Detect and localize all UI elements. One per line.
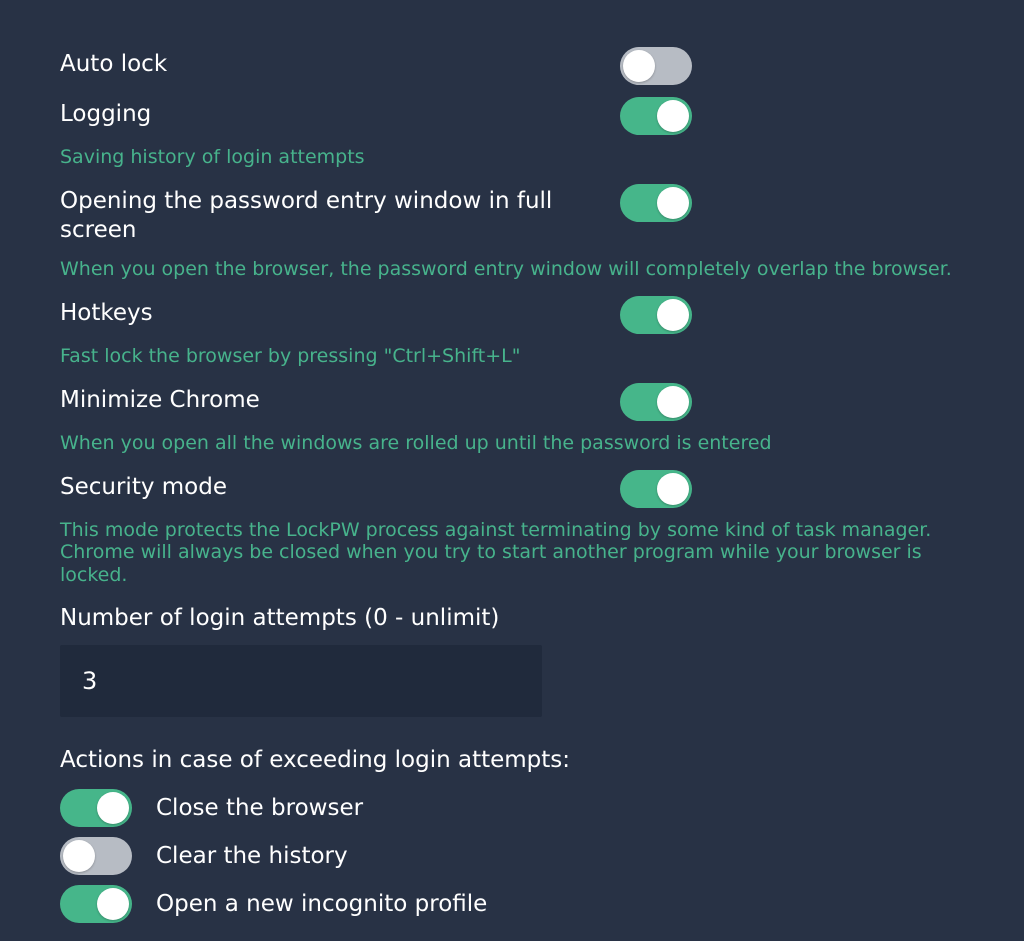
toggle-security[interactable] bbox=[620, 470, 692, 508]
desc-minimize: When you open all the windows are rolled… bbox=[60, 432, 964, 455]
setting-title-auto-lock: Auto lock bbox=[60, 50, 600, 79]
toggle-action-close[interactable] bbox=[60, 789, 132, 827]
toggle-action-incognito[interactable] bbox=[60, 885, 132, 923]
toggle-minimize[interactable] bbox=[620, 383, 692, 421]
toggle-hotkeys[interactable] bbox=[620, 296, 692, 334]
desc-hotkeys: Fast lock the browser by pressing "Ctrl+… bbox=[60, 345, 964, 368]
desc-logging: Saving history of login attempts bbox=[60, 146, 964, 169]
actions-heading: Actions in case of exceeding login attem… bbox=[60, 747, 964, 773]
attempts-label: Number of login attempts (0 - unlimit) bbox=[60, 605, 964, 631]
desc-security: This mode protects the LockPW process ag… bbox=[60, 519, 964, 587]
action-label-clear: Clear the history bbox=[156, 843, 348, 869]
setting-title-hotkeys: Hotkeys bbox=[60, 299, 600, 328]
toggle-action-clear[interactable] bbox=[60, 837, 132, 875]
toggle-fullscreen[interactable] bbox=[620, 184, 692, 222]
toggle-logging[interactable] bbox=[620, 97, 692, 135]
action-label-close: Close the browser bbox=[156, 795, 363, 821]
action-label-incognito: Open a new incognito profile bbox=[156, 891, 487, 917]
attempts-input[interactable] bbox=[60, 645, 542, 717]
setting-title-security: Security mode bbox=[60, 473, 600, 502]
setting-title-logging: Logging bbox=[60, 100, 600, 129]
desc-fullscreen: When you open the browser, the password … bbox=[60, 258, 964, 281]
setting-title-minimize: Minimize Chrome bbox=[60, 386, 600, 415]
toggle-auto-lock[interactable] bbox=[620, 47, 692, 85]
setting-title-fullscreen: Opening the password entry window in ful… bbox=[60, 187, 600, 245]
